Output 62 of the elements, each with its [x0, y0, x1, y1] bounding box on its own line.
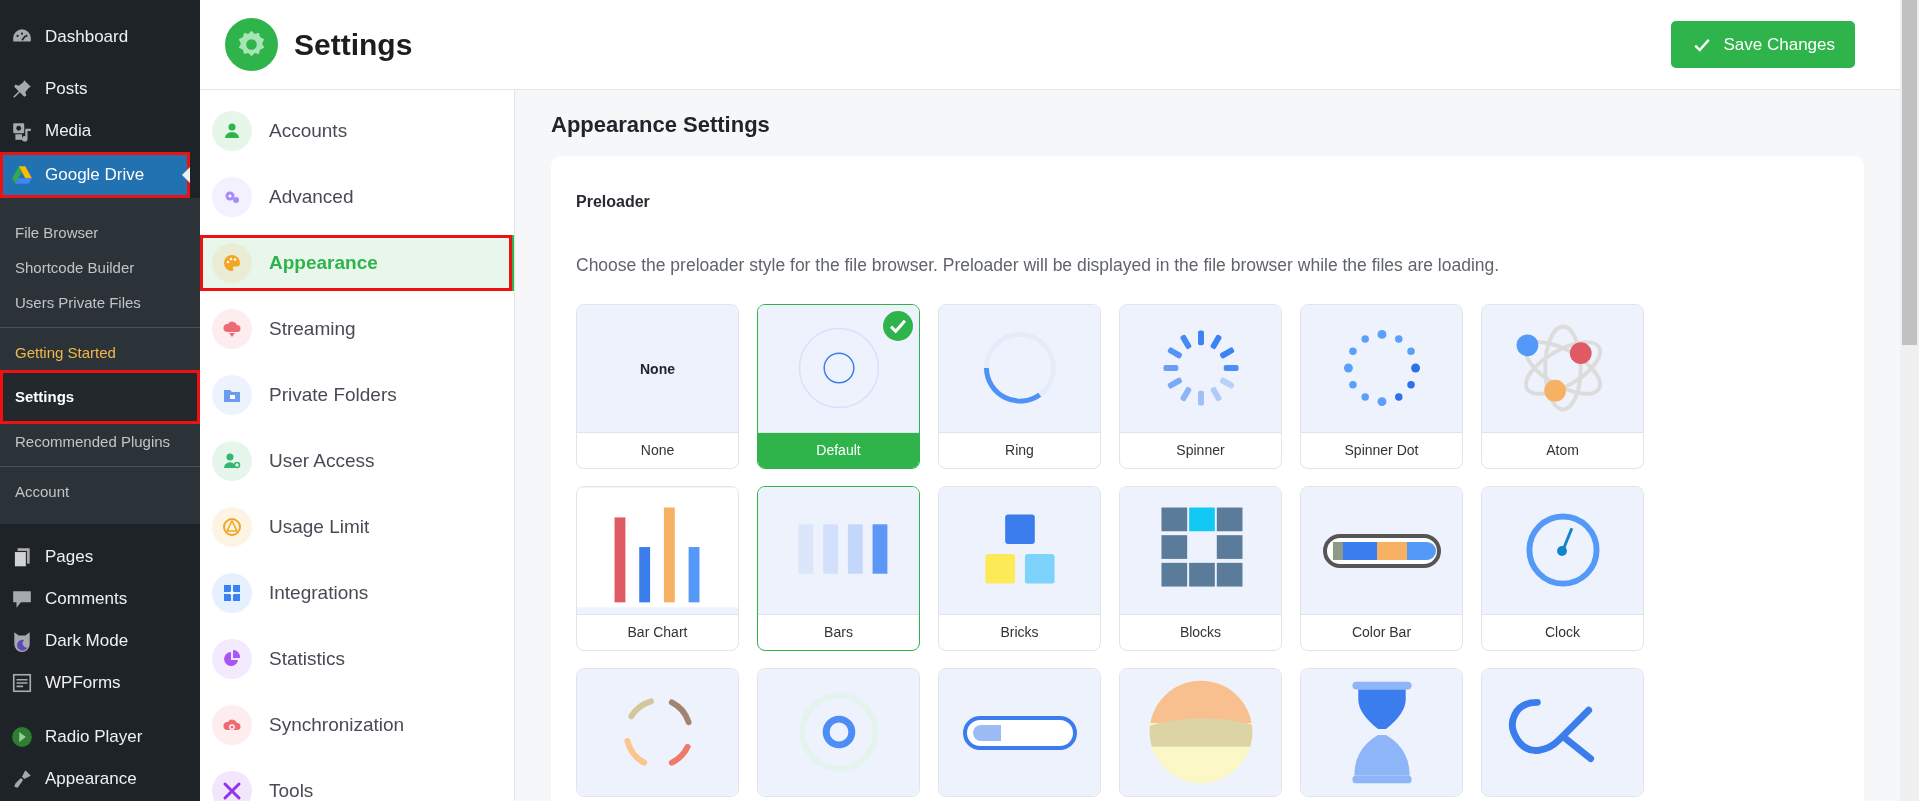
preview-text: None	[640, 360, 675, 377]
play-icon	[11, 726, 33, 748]
menu-item[interactable]: Comments	[0, 578, 200, 620]
pages-icon	[11, 546, 33, 568]
moon-icon	[11, 630, 33, 652]
settings-nav-item[interactable]: Usage Limit	[200, 494, 514, 560]
preloader-option[interactable]: Atom	[1481, 304, 1644, 469]
field-title: Preloader	[576, 193, 651, 211]
drive-icon	[11, 164, 33, 186]
color-bar-icon	[1322, 533, 1441, 568]
menu-item[interactable]: Google Drive	[0, 152, 190, 198]
menu-item[interactable]: Radio Player	[0, 716, 200, 758]
pin-icon	[11, 78, 33, 100]
check-icon	[883, 311, 913, 341]
preloader-option[interactable]: Bar Chart	[576, 486, 739, 651]
preloader-option[interactable]: Bars	[757, 486, 920, 651]
media-icon	[11, 120, 33, 142]
form-icon	[11, 672, 33, 694]
progress-bar-icon	[962, 715, 1077, 750]
settings-nav-item[interactable]: Statistics	[200, 626, 514, 692]
submenu-item[interactable]: Recommended Plugins	[0, 424, 200, 459]
submenu-item[interactable]: Settings	[0, 370, 200, 424]
preloader-option[interactable]: Bricks	[938, 486, 1101, 651]
section-heading: Appearance Settings	[551, 112, 771, 138]
menu-item[interactable]: Pages	[0, 536, 200, 578]
preloader-option[interactable]	[1300, 668, 1463, 797]
menu-item[interactable]: Media	[0, 110, 200, 152]
brush-icon	[11, 768, 33, 790]
menu-item[interactable]: WPForms	[0, 662, 200, 704]
submenu-item[interactable]: Users Private Files	[0, 285, 200, 320]
submenu-item[interactable]: Getting Started	[0, 335, 200, 370]
submenu-item[interactable]: File Browser	[0, 215, 200, 250]
menu-item[interactable]: Dashboard	[0, 16, 200, 58]
comment-icon	[11, 588, 33, 610]
menu-item[interactable]: Posts	[0, 68, 200, 110]
gear-icon	[225, 18, 278, 71]
preloader-option[interactable]: Spinner Dot	[1300, 304, 1463, 469]
preloader-option[interactable]: Spinner	[1119, 304, 1282, 469]
settings-nav-item[interactable]: Advanced	[200, 164, 514, 230]
submenu-item[interactable]: Shortcode Builder	[0, 250, 200, 285]
scrollbar[interactable]	[1900, 0, 1919, 801]
preloader-option[interactable]	[757, 668, 920, 797]
preloader-option[interactable]: Color Bar	[1300, 486, 1463, 651]
page-title: Settings	[294, 27, 414, 62]
settings-nav-item[interactable]: Synchronization	[200, 692, 514, 758]
preloader-option[interactable]	[1481, 668, 1644, 797]
preloader-option[interactable]	[938, 668, 1101, 797]
preloader-option[interactable]: Clock	[1481, 486, 1644, 651]
submenu-item[interactable]: Account	[0, 474, 200, 509]
settings-nav-item[interactable]: Private Folders	[200, 362, 514, 428]
preloader-option[interactable]: Blocks	[1119, 486, 1282, 651]
preloader-option[interactable]: None None	[576, 304, 739, 469]
bar-chart-icon	[577, 487, 738, 614]
preloader-option[interactable]: Ring	[938, 304, 1101, 469]
menu-item[interactable]: Appearance	[0, 758, 200, 800]
settings-nav-item[interactable]: Streaming	[200, 296, 514, 362]
settings-nav-item[interactable]: User Access	[200, 428, 514, 494]
menu-item[interactable]: Dark Mode	[0, 620, 200, 662]
settings-nav-item[interactable]: Tools	[200, 758, 514, 801]
field-description: Choose the preloader style for the file browser. Preloader will be displayed in the file browser while the files are loading.	[576, 255, 1501, 276]
settings-nav-item[interactable]: Accounts	[200, 98, 514, 164]
settings-nav-item[interactable]: Integrations	[200, 560, 514, 626]
